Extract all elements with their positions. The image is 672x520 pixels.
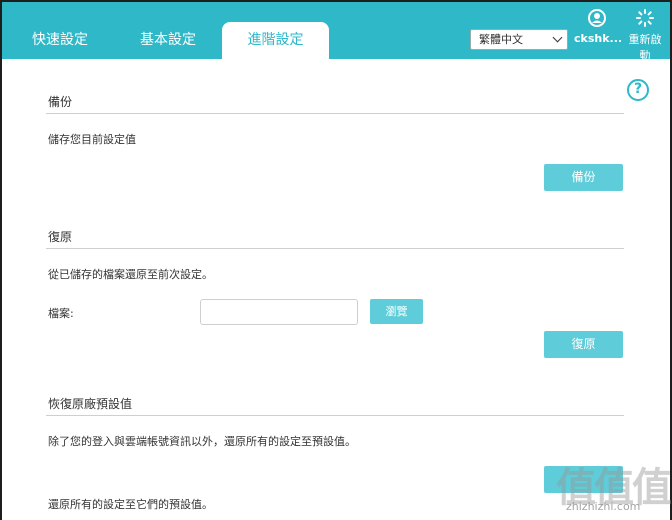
reboot-label-line1: 重新啟 — [628, 33, 662, 46]
reboot-icon — [636, 9, 654, 27]
top-header: 快速設定 基本設定 進階設定 繁體中文 ckshk... 重新啟 動 — [2, 2, 670, 62]
factory-reset-description-2: 還原所有的設定至它們的預設值。 — [48, 498, 213, 511]
chevron-down-icon — [552, 32, 563, 43]
factory-reset-description: 除了您的登入與雲端帳號資訊以外，還原所有的設定至預設值。 — [48, 435, 356, 448]
reboot-button[interactable]: 重新啟 動 — [624, 8, 666, 63]
restore-button[interactable]: 復原 — [544, 331, 623, 358]
tab-quick-setup[interactable]: 快速設定 — [10, 22, 110, 59]
file-label: 檔案: — [48, 307, 74, 320]
browse-button[interactable]: 瀏覽 — [370, 299, 423, 324]
language-selected: 繁體中文 — [479, 33, 523, 46]
tab-advanced[interactable]: 進階設定 — [222, 22, 329, 59]
tab-basic[interactable]: 基本設定 — [118, 22, 218, 59]
factory-reset-title: 恢復原廠預設值 — [48, 397, 133, 411]
divider — [46, 113, 624, 114]
user-account-button[interactable]: ckshk... — [574, 8, 623, 45]
language-select[interactable]: 繁體中文 — [470, 29, 568, 50]
backup-button[interactable]: 備份 — [544, 164, 623, 191]
user-icon — [588, 9, 606, 27]
help-icon[interactable]: ? — [627, 79, 649, 101]
backup-title: 備份 — [48, 95, 73, 109]
restore-title: 復原 — [48, 230, 73, 244]
divider — [46, 248, 624, 249]
file-input[interactable] — [200, 299, 358, 325]
divider — [46, 415, 624, 416]
main-content — [2, 59, 670, 520]
restore-description: 從已儲存的檔案還原至前次設定。 — [48, 268, 213, 281]
watermark-url: zhizhizhi.com — [566, 500, 641, 513]
user-label: ckshk... — [574, 32, 623, 45]
backup-description: 儲存您目前設定值 — [48, 133, 136, 146]
